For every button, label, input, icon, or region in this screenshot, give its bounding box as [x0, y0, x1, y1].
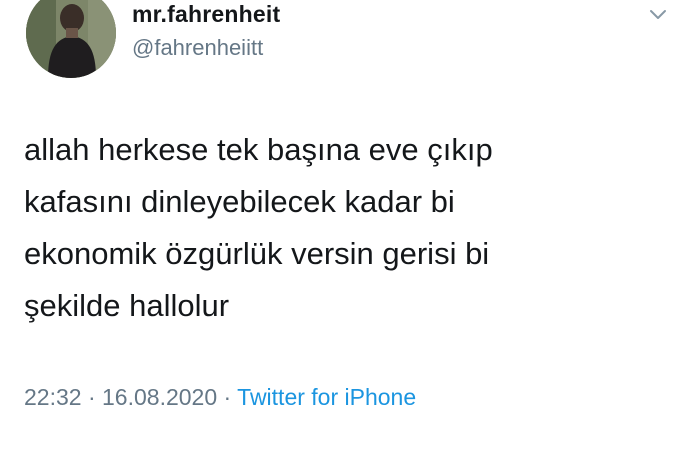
meta-separator: · — [81, 384, 103, 410]
tweet-time[interactable]: 22:32 — [24, 384, 82, 410]
tweet-date[interactable]: 16.08.2020 — [102, 384, 217, 410]
chevron-down-icon — [650, 10, 666, 19]
meta-separator: · — [217, 384, 238, 410]
tweet-card: mr.fahrenheit @fahrenheiitt allah herkes… — [0, 0, 690, 468]
tweet-text: allah herkese tek başına eve çıkıp kafas… — [24, 124, 664, 332]
avatar-photo — [26, 0, 116, 78]
avatar[interactable] — [26, 0, 116, 78]
display-name[interactable]: mr.fahrenheit — [132, 0, 280, 28]
tweet-text-line: ekonomik özgürlük versin gerisi bi — [24, 236, 490, 271]
tweet-source-link[interactable]: Twitter for iPhone — [237, 384, 416, 410]
tweet-meta: 22:32 · 16.08.2020 · Twitter for iPhone — [24, 382, 416, 412]
more-options-button[interactable] — [646, 4, 670, 24]
tweet-text-line: allah herkese tek başına eve çıkıp — [24, 132, 493, 167]
tweet-text-line: şekilde hallolur — [24, 288, 230, 323]
tweet-text-line: kafasını dinleyebilecek kadar bi — [24, 184, 455, 219]
user-handle[interactable]: @fahrenheiitt — [132, 34, 263, 62]
